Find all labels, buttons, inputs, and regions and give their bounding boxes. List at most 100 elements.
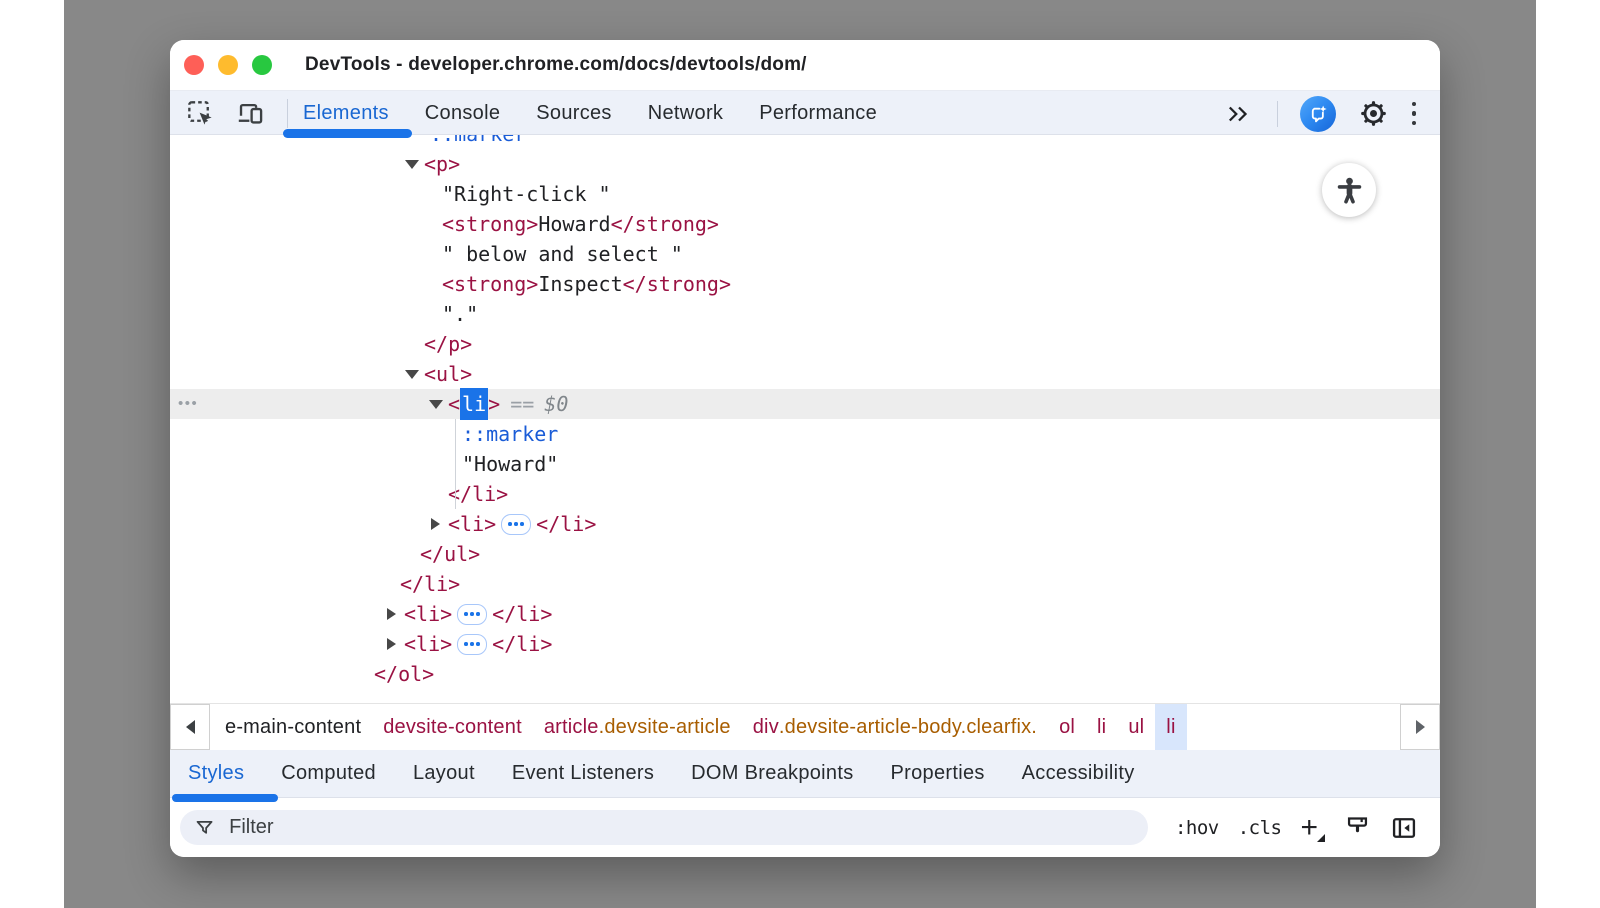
code-token-tag: <li> (404, 629, 452, 659)
code-token-text: "Right-click " (442, 179, 611, 209)
code-token-tag: </li> (400, 569, 460, 599)
triangle-right-icon (1416, 720, 1425, 734)
expand-arrow-icon[interactable] (384, 599, 404, 629)
panel-tab-event-listeners[interactable]: Event Listeners (512, 762, 654, 785)
more-options-kebab-icon[interactable] (1412, 102, 1417, 126)
breadcrumb-item[interactable]: e-main-content (214, 704, 372, 750)
dom-tree-row[interactable]: <strong>Howard</strong> (170, 209, 1440, 239)
new-style-rule-plus-icon[interactable]: + (1300, 818, 1325, 838)
minimize-button[interactable] (218, 55, 238, 75)
filter-input[interactable] (227, 815, 1134, 840)
dom-tree-row[interactable]: </ul> (170, 539, 1440, 569)
code-token-text: Howard (538, 209, 610, 239)
collapse-arrow-icon[interactable] (428, 389, 448, 419)
class-toggle[interactable]: .cls (1238, 817, 1282, 839)
code-token-sel: li (460, 388, 488, 420)
breadcrumb-part-node: ol (1059, 716, 1075, 739)
dom-tree-row[interactable]: ::marker (170, 419, 1440, 449)
dom-tree-row[interactable]: <p> (170, 149, 1440, 179)
code-token-marker: ::marker (462, 419, 558, 449)
toolbar-divider (287, 99, 288, 128)
breadcrumb-part-plain: e-main-content (225, 716, 361, 739)
styles-filter-bar: :hov .cls + (170, 798, 1440, 857)
filter-funnel-icon (194, 817, 215, 839)
panel-tab-dom-breakpoints[interactable]: DOM Breakpoints (691, 762, 853, 785)
dom-tree-row[interactable]: <li></li> (170, 599, 1440, 629)
toggle-sidebar-icon[interactable] (1390, 814, 1418, 842)
breadcrumb-item[interactable]: ul (1117, 704, 1155, 750)
zoom-button[interactable] (252, 55, 272, 75)
code-token-tag: <li> (404, 599, 452, 629)
breadcrumb-part-node: ul (1128, 716, 1144, 739)
more-tabs-chevron-icon[interactable] (1223, 98, 1255, 130)
elements-panel: ::marker<p>"Right-click "<strong>Howard<… (170, 135, 1440, 703)
accessibility-widget-button[interactable] (1322, 163, 1376, 217)
panel-tab-accessibility[interactable]: Accessibility (1022, 762, 1135, 785)
code-token-tag: <ul> (424, 359, 472, 389)
breadcrumb-item[interactable]: devsite-content (372, 704, 533, 750)
code-token-eq: == (510, 389, 534, 419)
inline-expand-ellipsis-icon[interactable] (457, 634, 487, 655)
breadcrumb-item[interactable]: ol (1048, 704, 1086, 750)
dom-tree-row[interactable]: </p> (170, 329, 1440, 359)
panel-tab-layout[interactable]: Layout (413, 762, 475, 785)
inline-expand-ellipsis-icon[interactable] (501, 514, 531, 535)
hover-state-toggle[interactable]: :hov (1175, 817, 1219, 839)
inspect-element-icon[interactable] (184, 98, 216, 130)
tab-elements[interactable]: Elements (303, 102, 389, 125)
dom-tree-row[interactable]: "Right-click " (170, 179, 1440, 209)
breadcrumb-item[interactable]: article.devsite-article (533, 704, 742, 750)
breadcrumb-part-node: li (1166, 716, 1175, 739)
tab-console[interactable]: Console (425, 102, 500, 125)
collapse-arrow-icon[interactable] (404, 359, 424, 389)
expand-arrow-icon[interactable] (384, 629, 404, 659)
dom-tree-row[interactable]: <li></li> (170, 509, 1440, 539)
dom-tree-row[interactable]: <ul> (170, 359, 1440, 389)
dom-tree-row[interactable]: <strong>Inspect</strong> (170, 269, 1440, 299)
breadcrumb-item[interactable]: div.devsite-article-body.clearfix. (742, 704, 1048, 750)
panel-tab-properties[interactable]: Properties (891, 762, 985, 785)
code-token-marker: ::marker (430, 135, 526, 149)
ai-assistance-icon[interactable] (1300, 96, 1336, 132)
breadcrumb-item[interactable]: li (1086, 704, 1117, 750)
tab-performance[interactable]: Performance (759, 102, 877, 125)
dom-tree-row[interactable]: </li> (170, 569, 1440, 599)
active-panel-tab-underline (172, 794, 278, 802)
devtools-window: DevTools - developer.chrome.com/docs/dev… (170, 40, 1440, 857)
breadcrumb-part-cls: .devsite-article-body.clearfix. (779, 716, 1037, 739)
breadcrumb-part-node: article (544, 716, 599, 739)
breadcrumb-part-node: div (753, 716, 779, 739)
toolbar-right-divider (1277, 101, 1278, 127)
window-title: DevTools - developer.chrome.com/docs/dev… (305, 54, 807, 76)
dom-tree-row[interactable]: " below and select " (170, 239, 1440, 269)
device-toolbar-icon[interactable] (234, 98, 266, 130)
dom-tree: ::marker<p>"Right-click "<strong>Howard<… (170, 135, 1440, 689)
dom-tree-row[interactable]: <li></li> (170, 629, 1440, 659)
breadcrumb-part-cls: .devsite-article (599, 716, 731, 739)
rendering-brush-icon[interactable] (1344, 814, 1371, 841)
inline-expand-ellipsis-icon[interactable] (457, 604, 487, 625)
breadcrumb-item[interactable]: li (1155, 704, 1186, 750)
settings-gear-icon[interactable] (1358, 98, 1390, 130)
collapse-arrow-icon[interactable] (404, 149, 424, 179)
dom-tree-row[interactable]: </li> (170, 479, 1440, 509)
tab-network[interactable]: Network (648, 102, 723, 125)
breadcrumb-scroll-right-button[interactable] (1400, 704, 1440, 750)
code-token-tag: <li> (448, 509, 496, 539)
code-token-text: " below and select " (442, 239, 683, 269)
dom-tree-row[interactable]: "Howard" (170, 449, 1440, 479)
row-more-actions-icon[interactable]: ••• (178, 389, 198, 419)
panel-tab-computed[interactable]: Computed (281, 762, 376, 785)
tab-sources[interactable]: Sources (536, 102, 611, 125)
breadcrumb-scroll-left-button[interactable] (170, 704, 210, 750)
dom-tree-row[interactable]: </ol> (170, 659, 1440, 689)
dom-tree-row[interactable]: •••<li>==$0 (170, 389, 1440, 419)
close-button[interactable] (184, 55, 204, 75)
code-token-tag: </p> (424, 329, 472, 359)
sidebar-panel-tabs: Styles Computed Layout Event Listeners DOM B… (170, 750, 1440, 798)
expand-arrow-icon[interactable] (428, 509, 448, 539)
traffic-lights (184, 55, 272, 75)
panel-tab-styles[interactable]: Styles (188, 762, 244, 785)
dom-tree-row[interactable]: "." (170, 299, 1440, 329)
breadcrumb-bar: e-main-contentdevsite-contentarticle.dev… (170, 703, 1440, 750)
